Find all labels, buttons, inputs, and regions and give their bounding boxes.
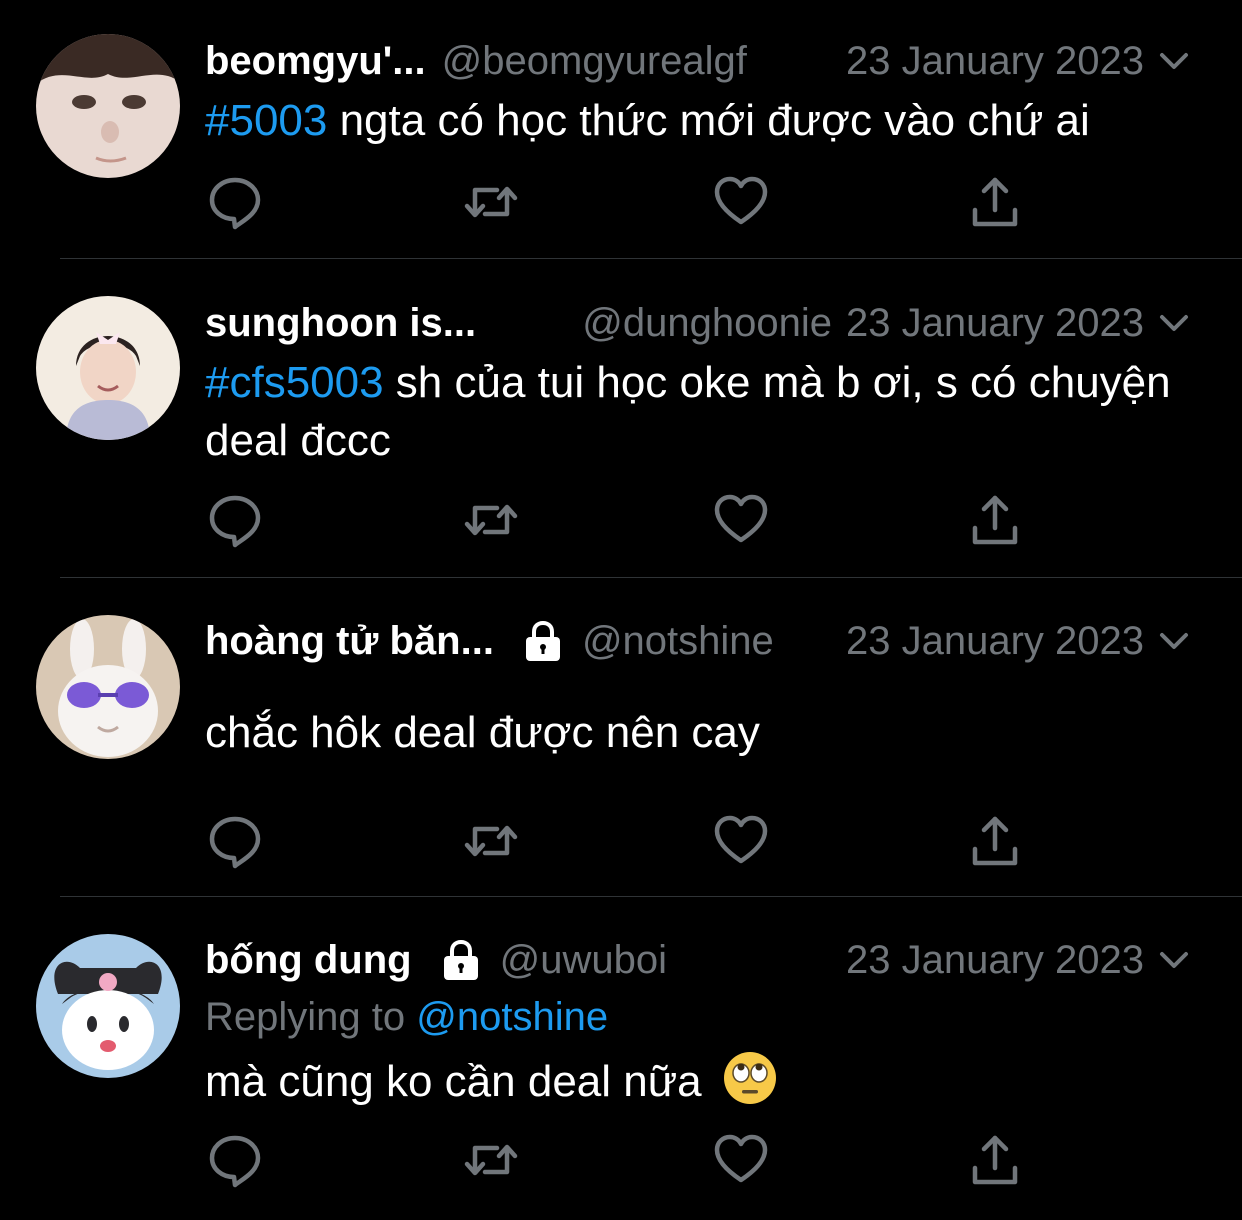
hashtag-link[interactable]: #cfs5003: [205, 358, 384, 407]
reply-icon[interactable]: [205, 490, 265, 550]
tweet-header: hoàng tử băn... @notshine 23 January 202…: [205, 616, 1194, 666]
share-icon[interactable]: [965, 1130, 1025, 1190]
tweet-date[interactable]: 23 January 2023: [846, 935, 1144, 985]
user-handle[interactable]: @dunghoonie: [582, 298, 832, 348]
tweet-date[interactable]: 23 January 2023: [846, 298, 1144, 348]
tweet-header: bống dung @uwuboi 23 January 2023: [205, 935, 1194, 985]
tweet-date[interactable]: 23 January 2023: [846, 36, 1144, 86]
retweet-icon[interactable]: [461, 811, 521, 871]
mention-link[interactable]: @notshine: [416, 995, 608, 1039]
timeline: beomgyu'... @beomgyurealgf 23 January 20…: [0, 0, 1242, 1220]
tweet-body: chắc hôk deal được nên cay: [205, 708, 760, 757]
chevron-down-icon[interactable]: [1154, 303, 1194, 343]
retweet-icon[interactable]: [461, 490, 521, 550]
tweet[interactable]: beomgyu'... @beomgyurealgf 23 January 20…: [0, 0, 1242, 260]
share-icon[interactable]: [965, 490, 1025, 550]
tweet-text: #cfs5003 sh của tui học oke mà b ơi, s c…: [205, 354, 1182, 470]
chevron-down-icon[interactable]: [1154, 621, 1194, 661]
retweet-icon[interactable]: [461, 172, 521, 232]
reply-icon[interactable]: [205, 1130, 265, 1190]
tweet-header: beomgyu'... @beomgyurealgf 23 January 20…: [205, 36, 1194, 86]
display-name[interactable]: sunghoon is...: [205, 298, 476, 348]
reply-icon[interactable]: [205, 811, 265, 871]
like-icon[interactable]: [711, 811, 771, 871]
hashtag-link[interactable]: #5003: [205, 96, 327, 145]
like-icon[interactable]: [711, 172, 771, 232]
action-bar: [205, 172, 1035, 232]
tweet-text: chắc hôk deal được nên cay: [205, 704, 1182, 762]
lock-icon: [438, 937, 484, 983]
chevron-down-icon[interactable]: [1154, 41, 1194, 81]
user-handle[interactable]: @beomgyurealgf: [442, 36, 747, 86]
tweet[interactable]: hoàng tử băn... @notshine 23 January 202…: [0, 578, 1242, 898]
like-icon[interactable]: [711, 1130, 771, 1190]
display-name[interactable]: hoàng tử băn...: [205, 616, 494, 666]
tweet-date[interactable]: 23 January 2023: [846, 616, 1144, 666]
share-icon[interactable]: [965, 172, 1025, 232]
lock-icon: [520, 618, 566, 664]
avatar[interactable]: [36, 934, 180, 1078]
user-handle[interactable]: @uwuboi: [500, 935, 667, 985]
avatar[interactable]: [36, 615, 180, 759]
tweet[interactable]: bống dung @uwuboi 23 January 2023 Replyi…: [0, 898, 1242, 1220]
tweet-text: #5003 ngta có học thức mới được vào chứ …: [205, 92, 1182, 150]
divider: [60, 896, 1242, 897]
user-handle[interactable]: @notshine: [582, 616, 774, 666]
reply-icon[interactable]: [205, 172, 265, 232]
action-bar: [205, 1130, 1035, 1190]
tweet-body: mà cũng ko cần deal nữa: [205, 1057, 702, 1106]
display-name[interactable]: beomgyu'...: [205, 36, 426, 86]
avatar[interactable]: [36, 296, 180, 440]
replying-prefix: Replying to: [205, 995, 417, 1039]
replying-to: Replying to @notshine: [205, 992, 608, 1042]
divider: [60, 258, 1242, 259]
chevron-down-icon[interactable]: [1154, 940, 1194, 980]
tweet-text: mà cũng ko cần deal nữa: [205, 1050, 1182, 1111]
retweet-icon[interactable]: [461, 1130, 521, 1190]
avatar[interactable]: [36, 34, 180, 178]
display-name[interactable]: bống dung: [205, 935, 412, 985]
action-bar: [205, 490, 1035, 550]
share-icon[interactable]: [965, 811, 1025, 871]
action-bar: [205, 811, 1035, 871]
tweet[interactable]: sunghoon is... @dunghoonie 23 January 20…: [0, 260, 1242, 578]
like-icon[interactable]: [711, 490, 771, 550]
eye-roll-emoji: [722, 1050, 778, 1106]
tweet-body: ngta có học thức mới được vào chứ ai: [327, 96, 1090, 145]
tweet-header: sunghoon is... @dunghoonie 23 January 20…: [205, 298, 1194, 348]
